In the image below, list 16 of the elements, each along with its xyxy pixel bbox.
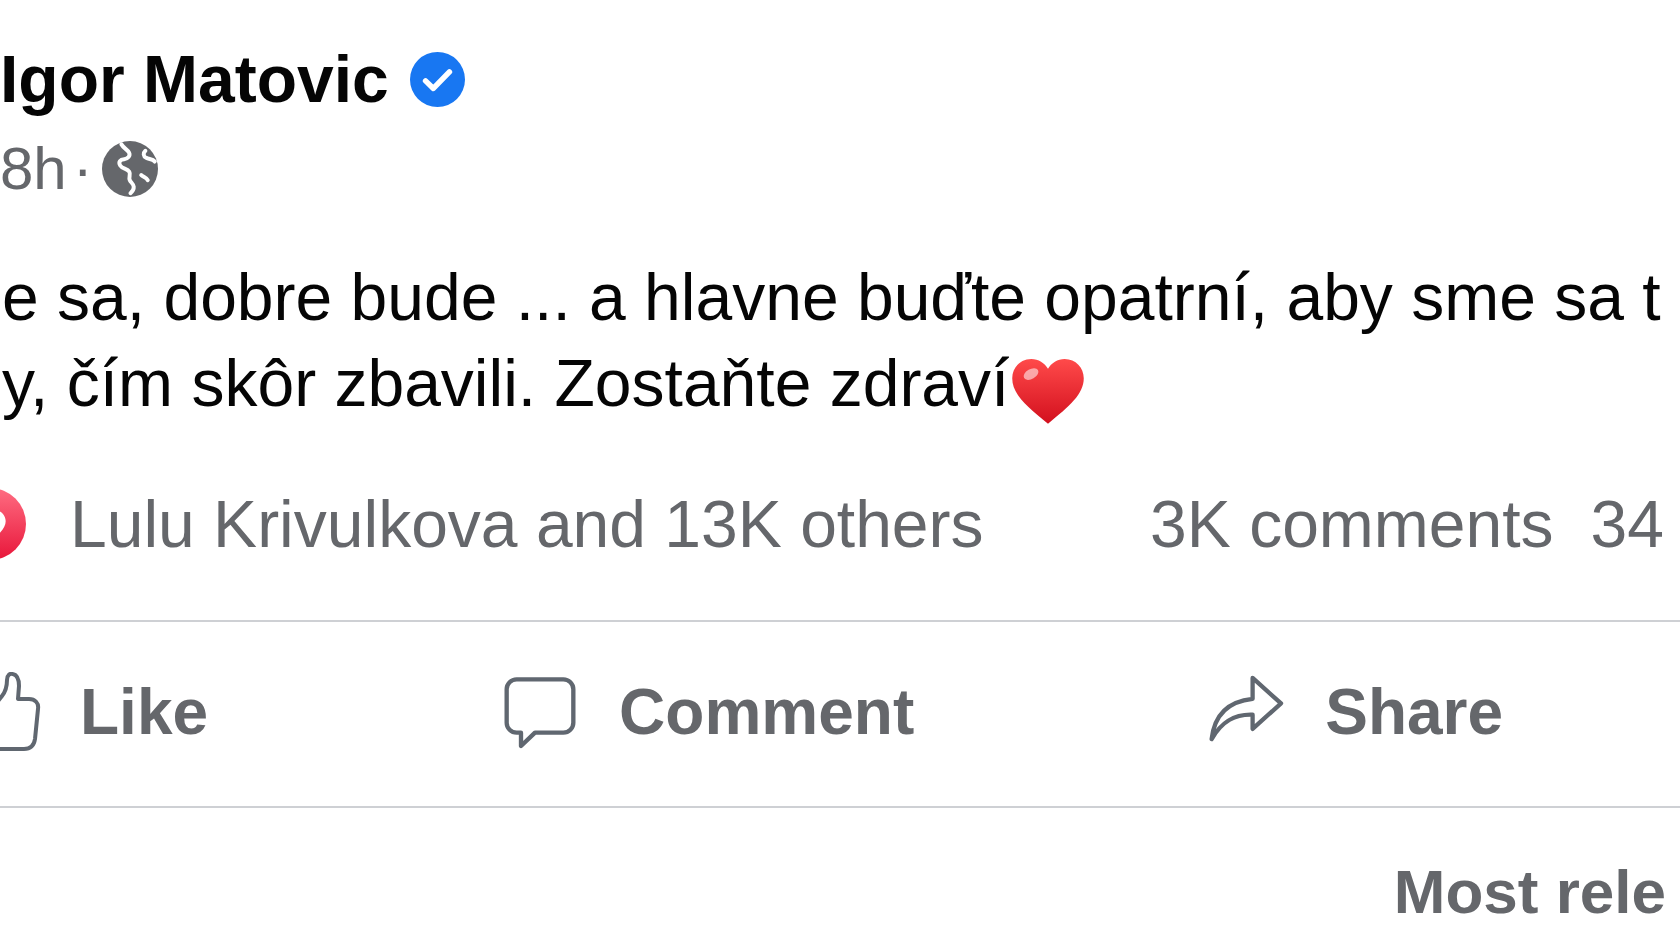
post-text-line: e sa, dobre bude ... a hlavne buďte opatrní, aby sme sa t	[2, 260, 1661, 334]
separator-dot: ·	[72, 138, 93, 200]
shares-count[interactable]: 34	[1590, 486, 1664, 562]
like-button[interactable]: Like	[0, 672, 209, 752]
reactions-summary[interactable]: Lulu Krivulkova and 13K others	[70, 486, 984, 562]
post-text-line: y, čím skôr zbavili. Zostaňte zdraví	[2, 346, 1010, 420]
author-name[interactable]: Igor Matovic	[0, 39, 389, 119]
share-button[interactable]: Share	[1206, 672, 1504, 752]
heart-icon	[1011, 357, 1086, 425]
comments-count[interactable]: 3K comments	[1150, 486, 1554, 562]
comment-sort-dropdown[interactable]: Most rele	[1393, 856, 1666, 928]
heart-reaction-icon	[0, 487, 27, 561]
post-time[interactable]: 8h	[0, 138, 67, 200]
globe-icon	[101, 141, 158, 197]
thumbs-up-icon	[0, 672, 41, 752]
comment-button[interactable]: Comment	[500, 672, 915, 752]
